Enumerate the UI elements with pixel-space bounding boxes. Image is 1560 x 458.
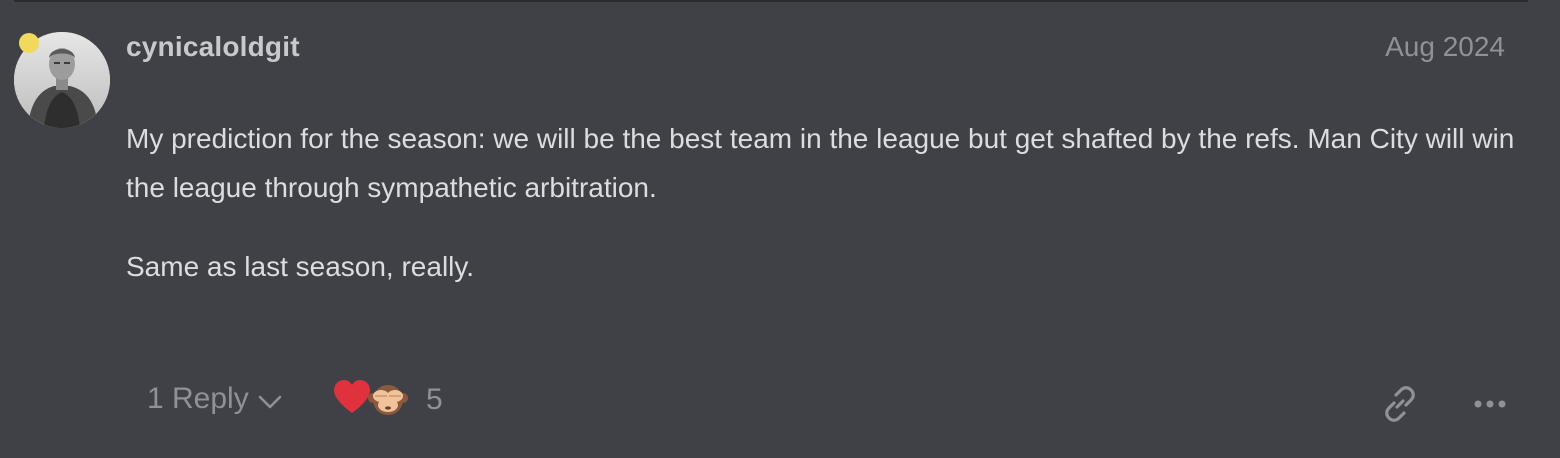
user-avatar[interactable] xyxy=(14,32,110,128)
heart-icon xyxy=(332,378,372,418)
more-options-button[interactable] xyxy=(1470,384,1510,424)
reaction-count: 5 xyxy=(426,383,443,416)
replies-button[interactable]: 1 Reply xyxy=(147,382,283,416)
replies-label: 1 Reply xyxy=(147,382,249,415)
post-body: My prediction for the season: we will be… xyxy=(126,114,1516,321)
post-paragraph: Same as last season, really. xyxy=(126,251,475,282)
forum-post: cynicaloldgit Aug 2024 My prediction for… xyxy=(0,0,1560,458)
post-paragraph: My prediction for the season: we will be… xyxy=(126,123,1515,203)
post-username[interactable]: cynicaloldgit xyxy=(126,31,300,63)
reactions-button[interactable]: 5 xyxy=(332,378,443,418)
post-date[interactable]: Aug 2024 xyxy=(1385,31,1505,63)
see-no-evil-monkey-icon xyxy=(368,378,408,418)
link-icon xyxy=(1385,386,1415,422)
chevron-down-icon xyxy=(258,395,282,409)
post-divider xyxy=(14,0,1528,2)
share-link-button[interactable] xyxy=(1380,384,1420,424)
status-dot xyxy=(19,33,39,53)
ellipsis-icon xyxy=(1474,400,1506,408)
post-controls: 1 Reply 5 xyxy=(0,376,1560,430)
